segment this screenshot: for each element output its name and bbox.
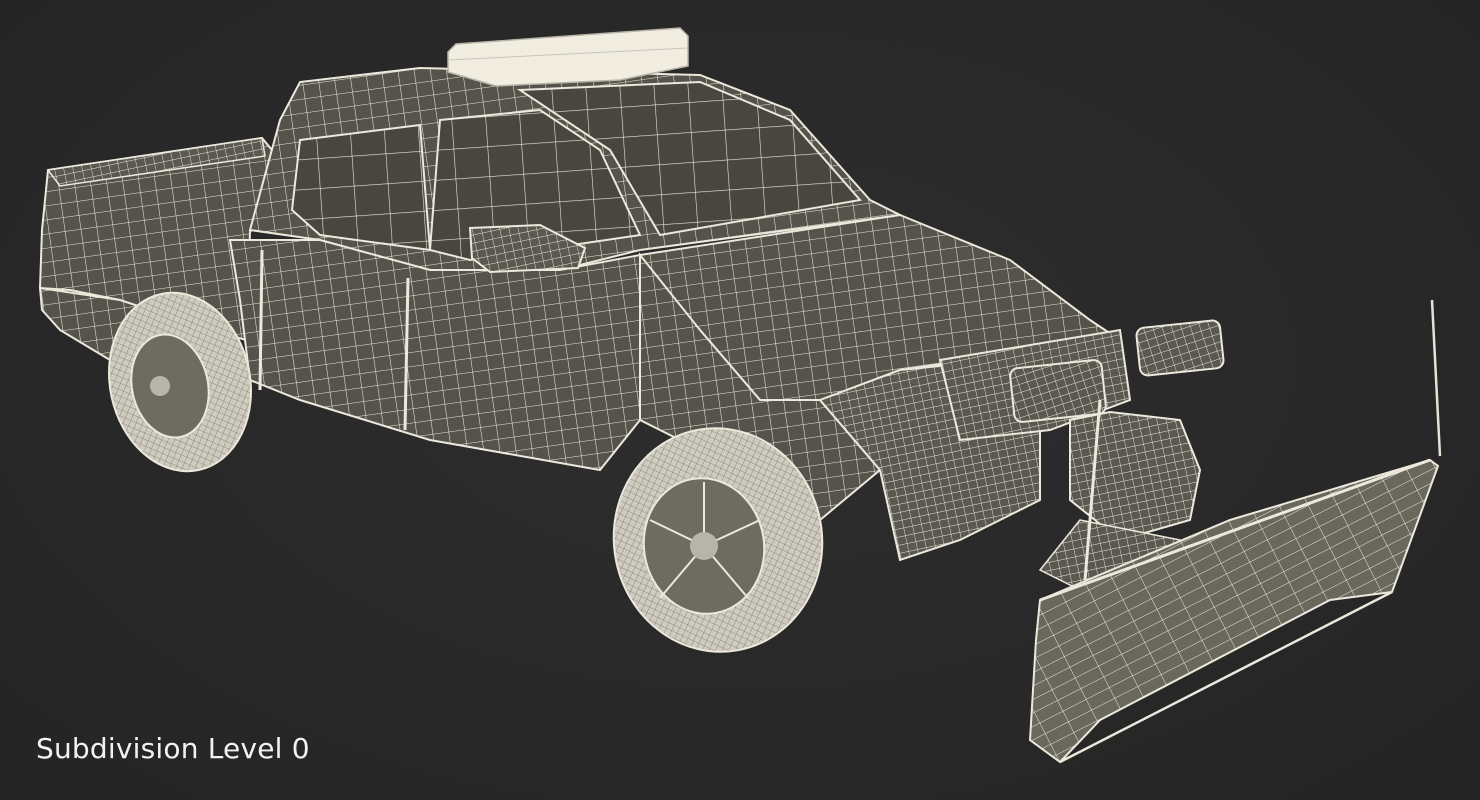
subdivision-level-caption: Subdivision Level 0 (36, 732, 310, 765)
truck-wireframe-render (38, 27, 1442, 764)
render-viewport: Subdivision Level 0 (0, 0, 1480, 800)
antenna (1430, 299, 1442, 457)
